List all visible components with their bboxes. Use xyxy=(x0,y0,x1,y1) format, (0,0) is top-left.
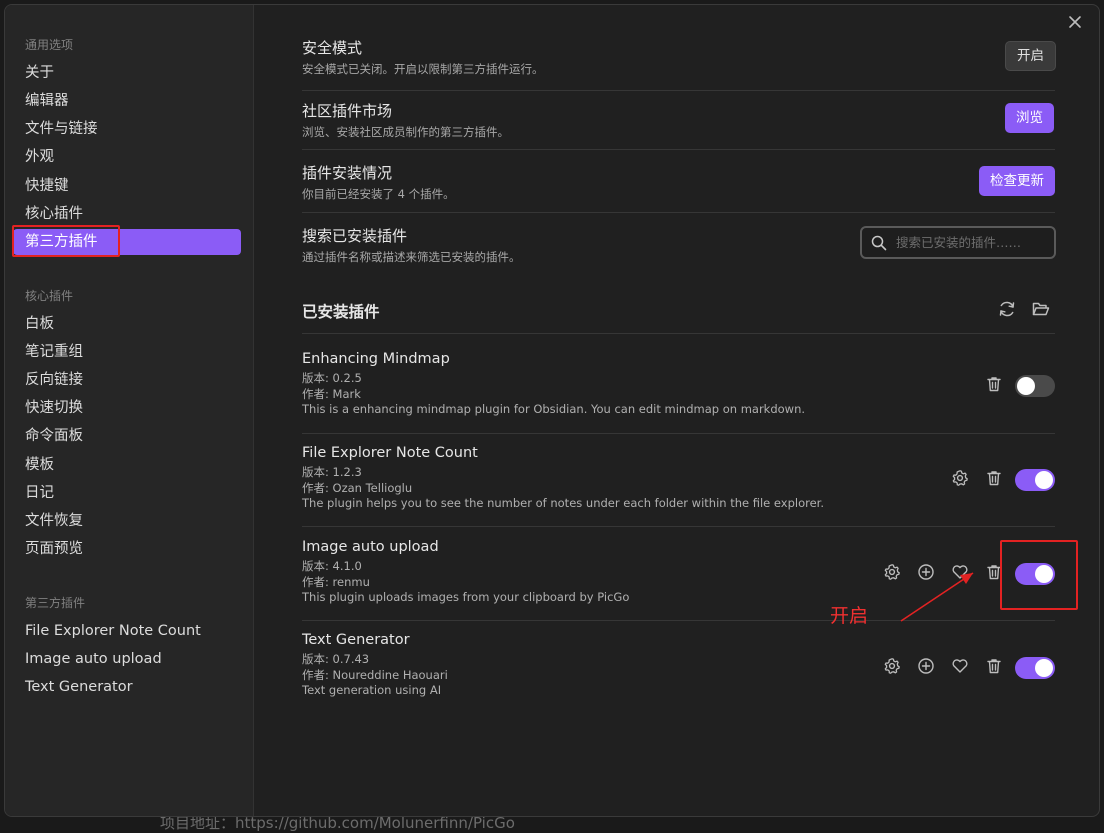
annotation-box-toggle xyxy=(1000,540,1078,610)
plugin-author: 作者: Mark xyxy=(302,386,361,401)
settings-modal: 通用选项 关于 编辑器 文件与链接 外观 快捷键 核心插件 第三方插件 核心插件… xyxy=(4,4,1100,817)
divider xyxy=(302,90,1055,91)
community-desc: 浏览、安装社区成员制作的第三方插件。 xyxy=(302,125,509,139)
safe-mode-setting: 安全模式 安全模式已关闭。开启以限制第三方插件运行。 xyxy=(302,37,1055,77)
plugin-author: 作者: Noureddine Haouari xyxy=(302,667,448,682)
plugin-name: File Explorer Note Count xyxy=(302,445,478,461)
plugin-version: 版本: 0.2.5 xyxy=(302,371,362,385)
search-icon xyxy=(871,235,887,251)
divider xyxy=(302,333,1055,334)
plugin-version: 版本: 0.7.43 xyxy=(302,652,370,666)
plugin-name: Text Generator xyxy=(302,632,410,648)
sidebar-heading-general: 通用选项 xyxy=(25,38,74,52)
check-updates-button[interactable]: 检查更新 xyxy=(979,166,1055,196)
plugin-toggle-enhancing-mindmap[interactable] xyxy=(1015,375,1055,397)
sidebar-item-file-recovery[interactable]: 文件恢复 xyxy=(13,508,241,534)
heart-icon[interactable] xyxy=(951,657,973,679)
sidebar-item-files-links[interactable]: 文件与链接 xyxy=(13,116,241,142)
plugin-version: 版本: 1.2.3 xyxy=(302,465,362,479)
plugin-item: Enhancing Mindmap 版本: 0.2.5 作者: Mark Thi… xyxy=(302,351,1055,418)
annotation-label: 开启 xyxy=(830,605,869,627)
plus-circle-icon[interactable] xyxy=(917,657,939,679)
safe-mode-desc: 安全模式已关闭。开启以限制第三方插件运行。 xyxy=(302,62,544,76)
plugin-author: 作者: Ozan Tellioglu xyxy=(302,480,413,495)
sidebar-heading-community-plugins: 第三方插件 xyxy=(25,596,86,610)
install-status-desc: 你目前已经安装了 4 个插件。 xyxy=(302,187,455,201)
sidebar-heading-core-plugins: 核心插件 xyxy=(25,289,74,303)
sidebar-item-text-generator[interactable]: Text Generator xyxy=(13,674,241,700)
sidebar-item-note-composer[interactable]: 笔记重组 xyxy=(13,339,241,365)
sidebar-item-page-preview[interactable]: 页面预览 xyxy=(13,536,241,562)
sidebar-item-about[interactable]: 关于 xyxy=(13,60,241,86)
sidebar-item-backlinks[interactable]: 反向链接 xyxy=(13,367,241,393)
close-icon[interactable] xyxy=(1065,14,1085,34)
plugin-toggle-file-explorer-note-count[interactable] xyxy=(1015,469,1055,491)
toggle-knob xyxy=(1035,471,1053,489)
gear-icon[interactable] xyxy=(951,469,973,491)
plugin-search-box[interactable] xyxy=(860,226,1056,259)
toggle-knob xyxy=(1017,377,1035,395)
sidebar-item-daily-notes[interactable]: 日记 xyxy=(13,480,241,506)
sidebar-item-canvas[interactable]: 白板 xyxy=(13,311,241,337)
folder-open-icon[interactable] xyxy=(1031,299,1053,321)
settings-content: 安全模式 安全模式已关闭。开启以限制第三方插件运行。 开启 社区插件市场 浏览、… xyxy=(255,5,1099,816)
settings-sidebar: 通用选项 关于 编辑器 文件与链接 外观 快捷键 核心插件 第三方插件 核心插件… xyxy=(5,5,254,816)
reload-icon[interactable] xyxy=(997,299,1019,321)
browse-button[interactable]: 浏览 xyxy=(1005,103,1054,133)
sidebar-item-editor[interactable]: 编辑器 xyxy=(13,88,241,114)
trash-icon[interactable] xyxy=(985,657,1007,679)
sidebar-item-core-plugins[interactable]: 核心插件 xyxy=(13,201,241,227)
sidebar-item-quick-switcher[interactable]: 快速切换 xyxy=(13,395,241,421)
sidebar-item-file-explorer-note-count[interactable]: File Explorer Note Count xyxy=(13,618,241,644)
plugin-description: This is a enhancing mindmap plugin for O… xyxy=(302,402,806,416)
sidebar-item-templates[interactable]: 模板 xyxy=(13,452,241,478)
annotation-arrow-icon xyxy=(900,572,974,622)
divider xyxy=(302,212,1055,213)
trash-icon[interactable] xyxy=(985,375,1007,397)
toggle-knob xyxy=(1035,659,1053,677)
plugin-item: File Explorer Note Count 版本: 1.2.3 作者: O… xyxy=(302,445,1055,512)
plugin-description: The plugin helps you to see the number o… xyxy=(302,496,825,510)
plugin-description: Text generation using AI xyxy=(302,683,442,697)
safe-mode-button[interactable]: 开启 xyxy=(1005,41,1056,71)
community-setting: 社区插件市场 浏览、安装社区成员制作的第三方插件。 xyxy=(302,100,1055,140)
sidebar-item-image-auto-upload[interactable]: Image auto upload xyxy=(13,646,241,672)
installed-plugins-title: 已安装插件 xyxy=(302,303,380,321)
plugin-search-input[interactable] xyxy=(896,228,1046,257)
divider xyxy=(302,526,1055,527)
plugin-toggle-text-generator[interactable] xyxy=(1015,657,1055,679)
sidebar-item-hotkeys[interactable]: 快捷键 xyxy=(13,173,241,199)
plugin-name: Image auto upload xyxy=(302,539,439,555)
divider xyxy=(302,149,1055,150)
annotation-box-sidebar xyxy=(12,225,120,257)
divider xyxy=(302,433,1055,434)
gear-icon[interactable] xyxy=(883,657,905,679)
trash-icon[interactable] xyxy=(985,469,1007,491)
install-status-title: 插件安装情况 xyxy=(302,164,393,182)
safe-mode-title: 安全模式 xyxy=(302,39,363,57)
install-status-setting: 插件安装情况 你目前已经安装了 4 个插件。 xyxy=(302,162,1055,202)
sidebar-item-command-palette[interactable]: 命令面板 xyxy=(13,423,241,449)
plugin-item: Text Generator 版本: 0.7.43 作者: Noureddine… xyxy=(302,632,1055,699)
sidebar-item-appearance[interactable]: 外观 xyxy=(13,144,241,170)
community-title: 社区插件市场 xyxy=(302,102,393,120)
plugin-name: Enhancing Mindmap xyxy=(302,351,450,367)
